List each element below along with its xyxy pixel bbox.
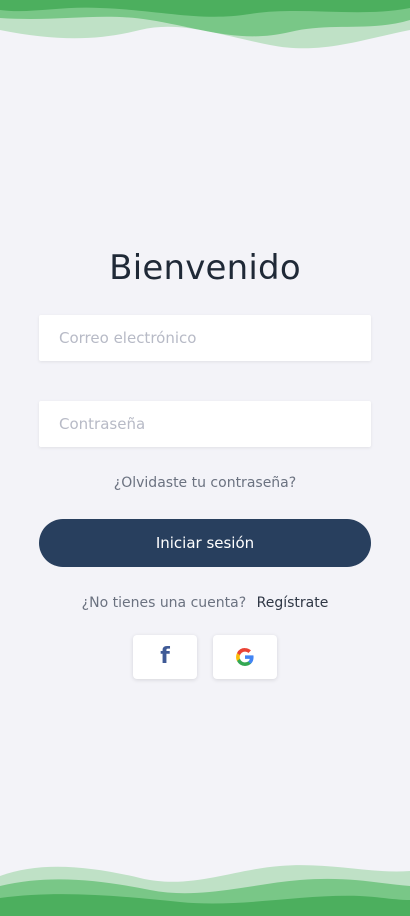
top-wave-decoration	[0, 0, 410, 49]
google-icon	[236, 648, 254, 666]
page-title: Bienvenido	[109, 248, 301, 288]
google-login-button[interactable]	[213, 635, 277, 679]
password-field[interactable]	[39, 401, 371, 447]
email-field[interactable]	[39, 315, 371, 361]
facebook-login-button[interactable]: f	[133, 635, 197, 679]
forgot-password-link[interactable]: ¿Olvidaste tu contraseña?	[0, 475, 410, 491]
register-link[interactable]: Regístrate	[257, 595, 329, 611]
facebook-icon: f	[160, 644, 170, 669]
register-question: ¿No tienes una cuenta?	[81, 595, 247, 611]
bottom-wave-decoration	[0, 865, 410, 916]
register-row: ¿No tienes una cuenta? Regístrate	[0, 595, 410, 611]
login-button[interactable]: Iniciar sesión	[39, 519, 371, 567]
